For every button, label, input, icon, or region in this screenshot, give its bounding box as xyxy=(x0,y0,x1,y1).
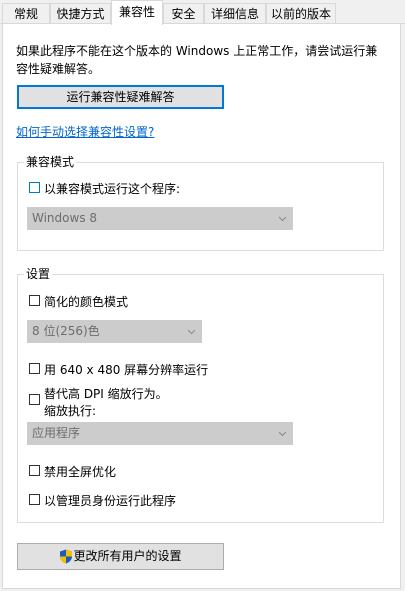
os-version-value: Windows 8 xyxy=(32,211,98,225)
run-as-admin-label: 以管理员身份运行此程序 xyxy=(44,494,177,508)
color-depth-value: 8 位(256)色 xyxy=(32,324,100,338)
dpi-scaling-label: 缩放执行: xyxy=(44,404,97,418)
tab-general[interactable]: 常规 xyxy=(2,3,50,23)
manual-settings-link[interactable]: 如何手动选择兼容性设置? xyxy=(16,123,154,140)
settings-title: 设置 xyxy=(24,267,53,281)
compat-mode-title: 兼容模式 xyxy=(24,155,77,169)
tab-compatibility[interactable]: 兼容性 xyxy=(111,0,163,25)
chevron-down-icon xyxy=(279,216,286,222)
compat-mode-label: 以兼容模式运行这个程序: xyxy=(44,182,181,196)
res-640-checkbox[interactable] xyxy=(29,363,40,374)
dpi-scaling-value: 应用程序 xyxy=(32,426,81,440)
chevron-down-icon xyxy=(188,329,195,335)
tab-security[interactable]: 安全 xyxy=(163,3,204,23)
run-as-admin-checkbox[interactable] xyxy=(29,494,40,505)
disable-fullscreen-label: 禁用全屏优化 xyxy=(44,465,117,479)
reduced-color-label: 简化的颜色模式 xyxy=(44,295,129,309)
intro-text-line1: 如果此程序不能在这个版本的 Windows 上正常工作，请尝试运行兼 xyxy=(16,44,378,58)
dpi-scaling-select[interactable]: 应用程序 xyxy=(27,422,293,445)
tab-shortcut[interactable]: 快捷方式 xyxy=(50,3,111,23)
uac-shield-icon xyxy=(60,549,73,564)
dpi-override-checkbox[interactable] xyxy=(29,394,40,405)
chevron-down-icon xyxy=(279,431,286,437)
run-troubleshooter-button[interactable]: 运行兼容性疑难解答 xyxy=(17,85,224,109)
color-depth-select[interactable]: 8 位(256)色 xyxy=(27,320,202,343)
dpi-override-label: 替代高 DPI 缩放行为。 xyxy=(44,387,168,401)
compat-mode-checkbox[interactable] xyxy=(29,182,40,193)
res-640-label: 用 640 x 480 屏幕分辨率运行 xyxy=(44,363,209,377)
tab-previous-versions[interactable]: 以前的版本 xyxy=(266,3,336,23)
intro-text-line2: 容性疑难解答。 xyxy=(16,62,101,76)
tab-strip: 常规 快捷方式 兼容性 安全 详细信息 以前的版本 xyxy=(0,0,405,25)
change-all-users-button[interactable]: 更改所有用户的设置 xyxy=(17,543,224,570)
change-all-users-label: 更改所有用户的设置 xyxy=(73,549,182,563)
os-version-select[interactable]: Windows 8 xyxy=(27,207,293,230)
reduced-color-checkbox[interactable] xyxy=(29,295,40,306)
tab-details[interactable]: 详细信息 xyxy=(204,3,266,23)
disable-fullscreen-checkbox[interactable] xyxy=(29,465,40,476)
